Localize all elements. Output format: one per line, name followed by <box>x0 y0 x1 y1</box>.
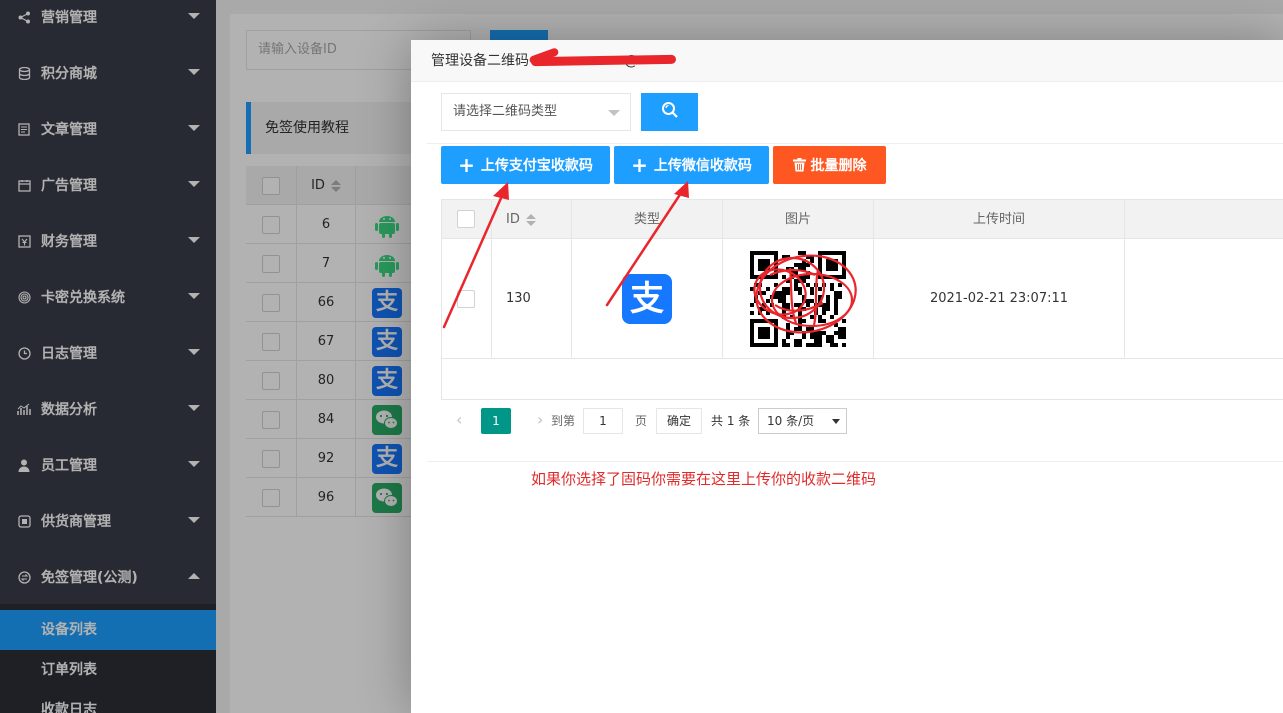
row-image-cell <box>723 239 874 359</box>
qr-type-select[interactable]: 请选择二维码类型 <box>441 93 631 131</box>
type-column-header: 类型 <box>572 200 723 239</box>
next-page-icon[interactable]: › <box>537 408 543 432</box>
pagination: ‹ 1 › 到第 1 页 确定 共 1 条 10 条/页 <box>441 404 1283 434</box>
upload-time-column-header: 上传时间 <box>874 200 1125 239</box>
annotation-note: 如果你选择了固码你需要在这里上传你的收款二维码 <box>531 470 877 488</box>
row-id: 130 <box>492 239 572 359</box>
upload-alipay-button[interactable]: + 上传支付宝收款码 <box>441 146 610 184</box>
total-count: 共 1 条 <box>711 414 751 428</box>
image-column-header: 图片 <box>723 200 874 239</box>
qr-code-modal: 管理设备二维码-@ 请选择二维码类型 +上传支付宝收款码 +上传微信收款码 批量… <box>411 40 1283 713</box>
divider <box>427 143 1283 144</box>
alipay-icon: 支 <box>622 274 672 324</box>
page-size-select[interactable]: 10 条/页 <box>758 408 847 434</box>
plus-icon: + <box>631 153 648 177</box>
page-unit-label: 页 <box>635 414 648 428</box>
sort-icon <box>525 213 536 226</box>
qr-code-image[interactable] <box>750 251 846 347</box>
row-checkbox-cell <box>442 239 492 359</box>
goto-confirm-button[interactable]: 确定 <box>656 408 702 434</box>
modal-title: 管理设备二维码-@ <box>411 40 1283 82</box>
chevron-down-icon <box>608 110 620 116</box>
extra-column-header <box>1125 200 1283 239</box>
select-all-checkbox[interactable] <box>457 210 475 228</box>
goto-page-input[interactable]: 1 <box>583 408 623 434</box>
modal-body: 请选择二维码类型 + 上传支付宝收款码 + 上传微信收款码 批量删除 ID 类型 图… <box>427 82 1283 462</box>
upload-wechat-button[interactable]: + 上传微信收款码 <box>614 146 769 184</box>
row-checkbox[interactable] <box>457 290 475 308</box>
row-type-cell: 支 <box>572 239 723 359</box>
trash-icon <box>792 158 806 172</box>
goto-label: 到第 <box>551 414 576 428</box>
redaction-scribble <box>530 54 677 67</box>
id-column-header[interactable]: ID <box>492 200 572 239</box>
batch-delete-button[interactable]: 批量删除 <box>773 146 886 184</box>
qr-code-table: ID 类型 图片 上传时间 130 支 2021-02-21 23:07:11 <box>441 199 1283 400</box>
search-icon <box>661 101 679 123</box>
row-extra-cell <box>1125 239 1283 359</box>
row-upload-time: 2021-02-21 23:07:11 <box>874 239 1125 359</box>
search-button[interactable] <box>641 93 698 131</box>
page-1-button[interactable]: 1 <box>481 408 511 434</box>
chevron-down-icon <box>832 419 840 424</box>
plus-icon: + <box>458 153 475 177</box>
select-all-cell <box>442 200 492 239</box>
prev-page-icon[interactable]: ‹ <box>456 408 462 432</box>
